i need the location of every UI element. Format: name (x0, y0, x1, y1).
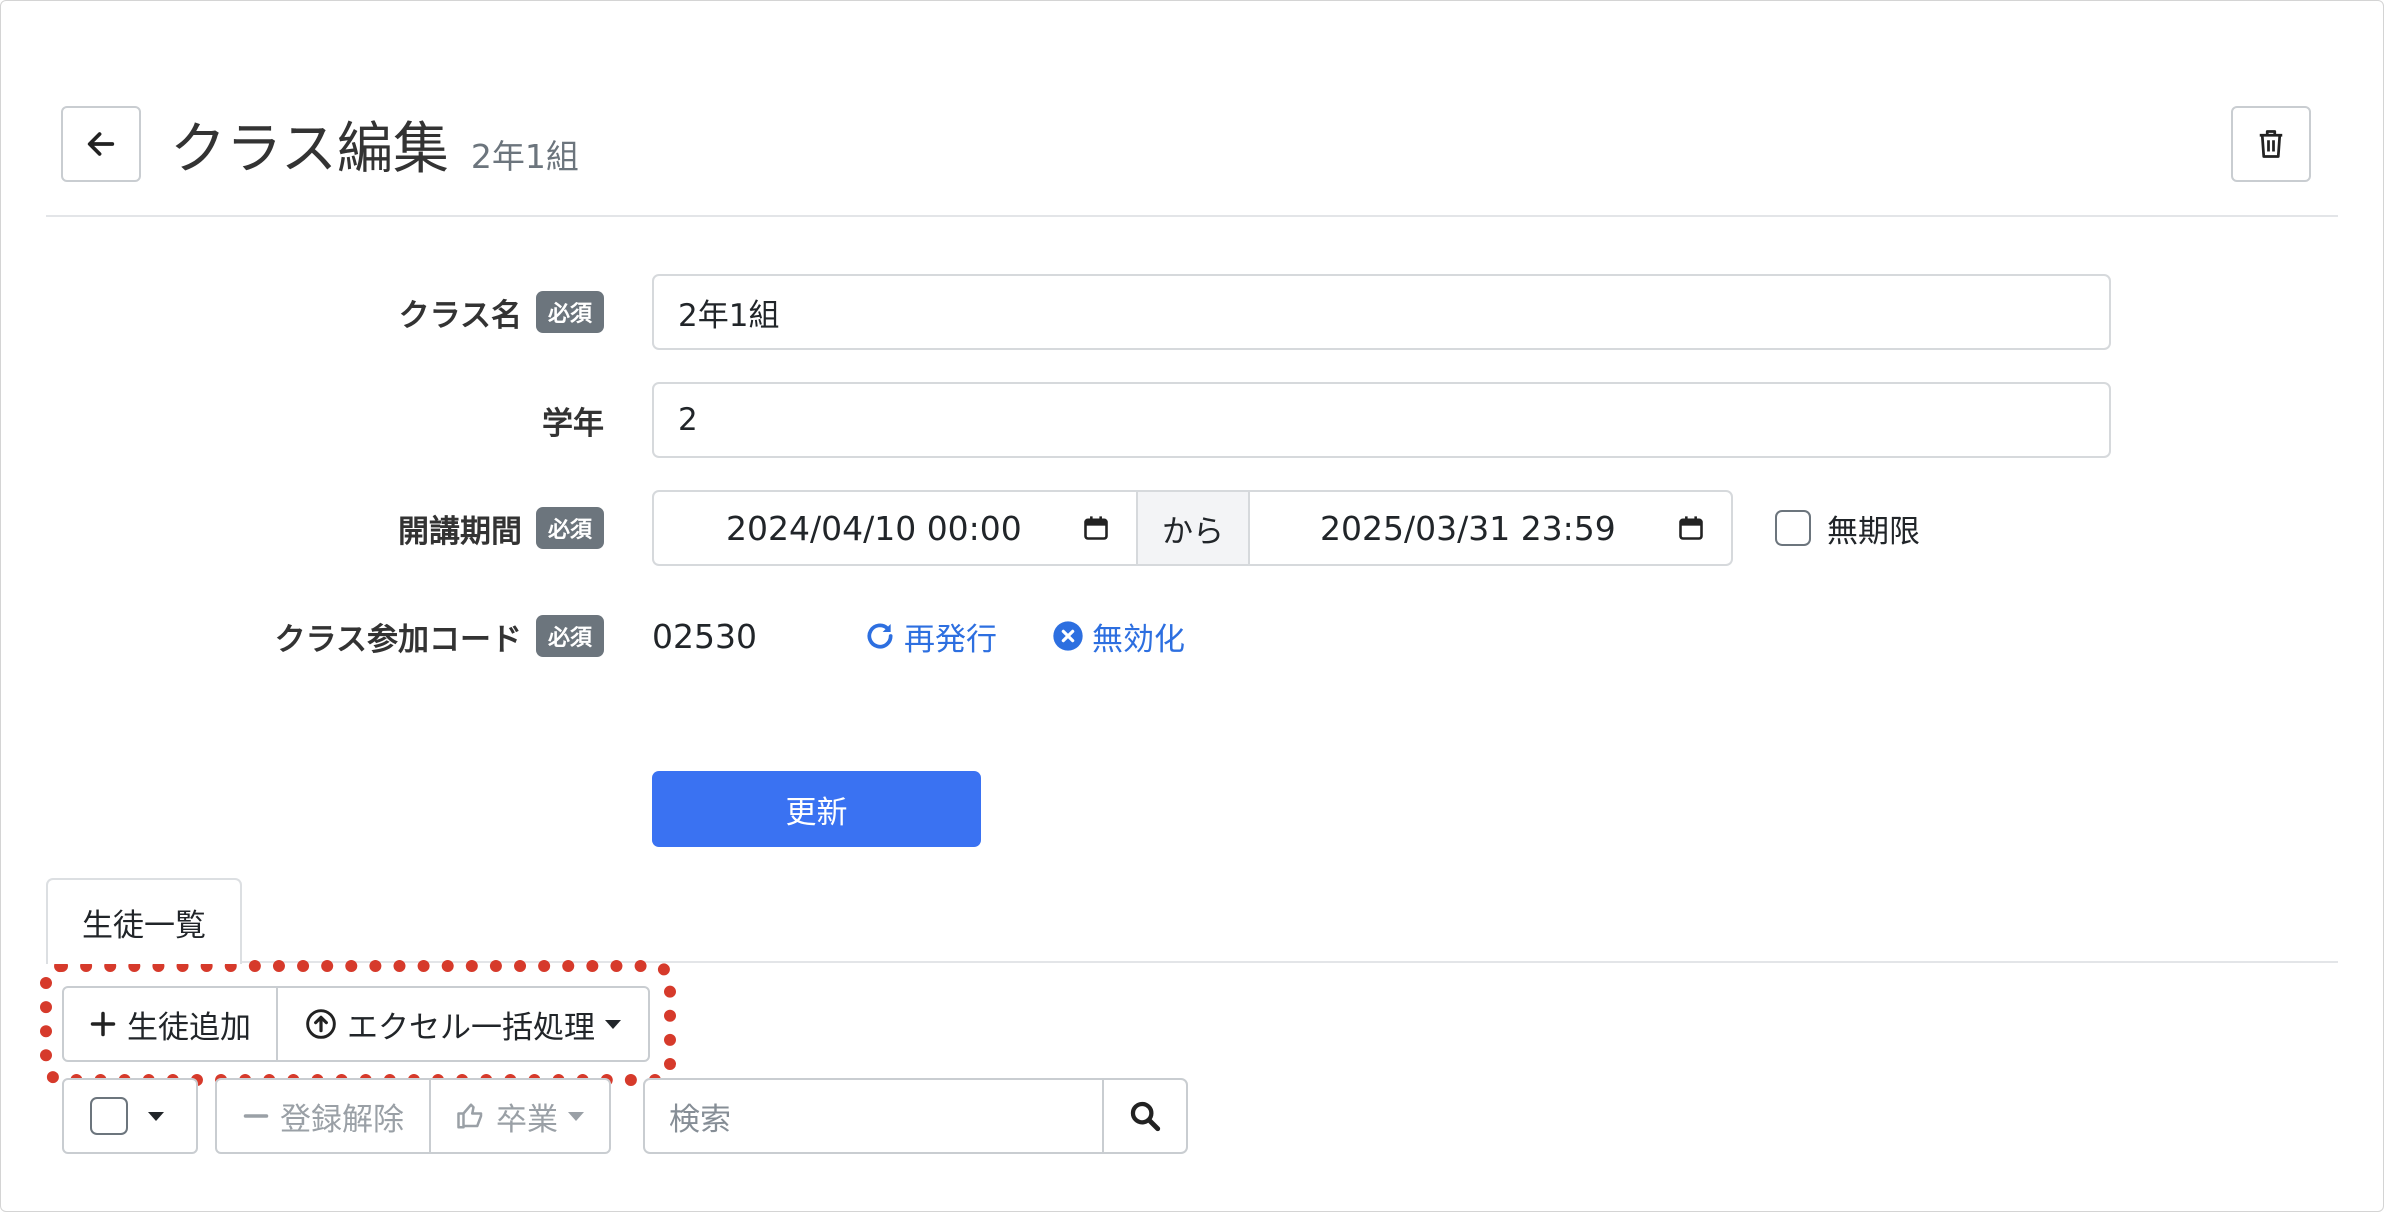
redo-icon (867, 623, 893, 649)
class-name-value: 2年1組 (678, 297, 780, 334)
join-code-label: クラス参加コード (274, 621, 522, 658)
plus-icon (90, 1011, 116, 1037)
grade-label-row: 学年 (200, 382, 604, 458)
period-end-input[interactable]: 2025/03/31 23:59 (1250, 492, 1731, 564)
period-start-input[interactable]: 2024/04/10 00:00 (654, 492, 1136, 564)
period-input-group: 2024/04/10 00:00 から 2025/03/31 23:59 (652, 490, 1733, 566)
unregister-label: 登録解除 (280, 1101, 404, 1138)
header-divider (46, 215, 2338, 217)
page-title: クラス編集 (170, 117, 449, 182)
trash-icon (2259, 130, 2283, 158)
period-end-value: 2025/03/31 23:59 (1320, 508, 1616, 548)
excel-bulk-label: エクセル一括処理 (347, 1009, 595, 1046)
excel-bulk-dropdown[interactable]: エクセル一括処理 (278, 988, 648, 1060)
disable-label: 無効化 (1092, 621, 1185, 658)
back-button[interactable] (61, 106, 141, 182)
thumbs-up-icon (457, 1103, 483, 1129)
minus-icon (243, 1114, 269, 1118)
period-label: 開講期間 (397, 513, 522, 550)
tab-student-list[interactable]: 生徒一覧 (46, 878, 242, 964)
chevron-down-icon (568, 1111, 584, 1121)
chevron-down-icon (148, 1111, 164, 1121)
unregister-button[interactable]: 登録解除 (217, 1080, 431, 1152)
disable-link[interactable]: 無効化 (1052, 598, 1185, 674)
unlimited-label: 無期限 (1827, 513, 1920, 550)
add-student-button[interactable]: 生徒追加 (64, 988, 278, 1060)
grade-input[interactable]: 2 (652, 382, 2111, 458)
required-badge: 必須 (535, 291, 604, 333)
unlimited-checkbox[interactable] (1775, 510, 1811, 546)
select-all-dropdown[interactable] (62, 1078, 198, 1154)
required-badge: 必須 (535, 507, 604, 549)
reissue-label: 再発行 (904, 621, 997, 658)
search-icon (1130, 1101, 1161, 1132)
search-group: 検索 (643, 1078, 1188, 1154)
update-button[interactable]: 更新 (652, 771, 981, 847)
arrow-left-icon (87, 132, 115, 156)
page-title-wrap: クラス編集 2年1組 (170, 104, 579, 184)
search-button[interactable] (1102, 1080, 1186, 1152)
toolbar-button-group: 生徒追加 エクセル一括処理 (62, 986, 650, 1062)
delete-button[interactable] (2231, 106, 2311, 182)
page-subtitle: 2年1組 (470, 137, 579, 176)
close-circle-icon (1053, 621, 1083, 651)
calendar-icon (1084, 516, 1108, 540)
select-all-control[interactable] (64, 1080, 190, 1152)
grade-value: 2 (678, 402, 698, 438)
class-name-label: クラス名 (398, 297, 522, 334)
reissue-link[interactable]: 再発行 (864, 598, 997, 674)
period-separator-text: から (1162, 513, 1224, 550)
join-code-label-row: クラス参加コード 必須 (200, 598, 604, 674)
period-start-value: 2024/04/10 00:00 (726, 508, 1022, 548)
chevron-down-icon (605, 1019, 621, 1029)
period-label-row: 開講期間 必須 (200, 490, 604, 566)
graduate-label: 卒業 (496, 1101, 558, 1138)
graduate-dropdown[interactable]: 卒業 (431, 1080, 609, 1152)
required-badge: 必須 (535, 615, 604, 657)
upload-circle-icon (306, 1009, 336, 1039)
class-name-label-row: クラス名 必須 (200, 274, 604, 350)
bulk-action-group: 登録解除 卒業 (215, 1078, 611, 1154)
join-code-value: 02530 (652, 616, 757, 656)
period-separator: から (1136, 492, 1250, 564)
add-student-label: 生徒追加 (127, 1009, 251, 1046)
class-name-input[interactable]: 2年1組 (652, 274, 2111, 350)
select-all-checkbox[interactable] (90, 1097, 128, 1135)
search-input[interactable]: 検索 (645, 1080, 1102, 1152)
unlimited-checkbox-row[interactable]: 無期限 (1775, 490, 1920, 566)
calendar-icon (1679, 516, 1703, 540)
grade-label: 学年 (542, 405, 604, 442)
tab-student-list-label: 生徒一覧 (82, 907, 206, 944)
